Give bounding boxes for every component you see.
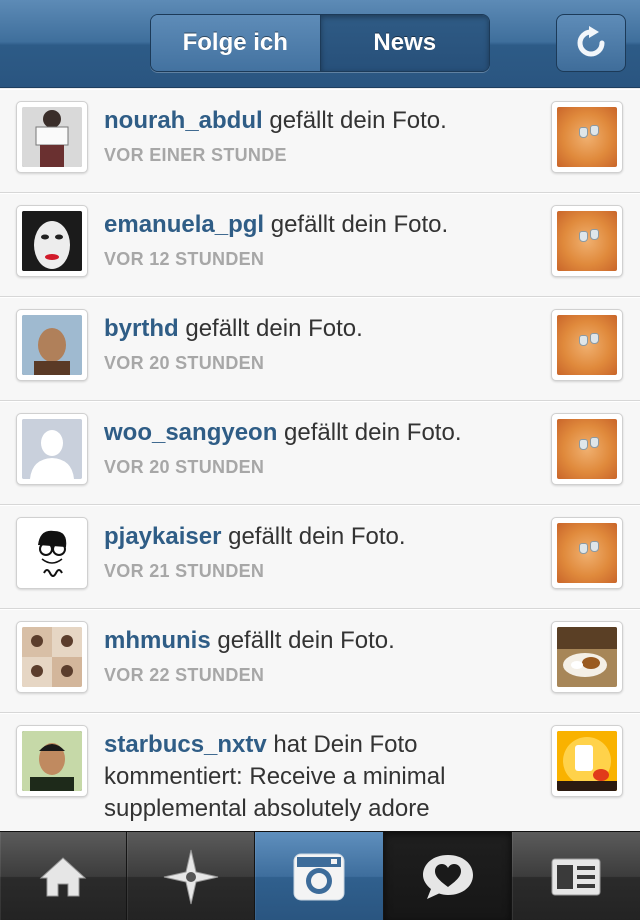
avatar[interactable]	[16, 517, 88, 589]
tab-news[interactable]: News	[320, 15, 489, 71]
food-photo-icon	[557, 627, 617, 687]
username-link[interactable]: nourah_abdul	[104, 107, 263, 134]
profile-icon	[551, 858, 601, 895]
top-navigation-bar: Folge ich News	[0, 0, 640, 88]
photo-thumbnail[interactable]	[551, 101, 623, 173]
photo-thumbnail[interactable]	[551, 309, 623, 381]
user-photo-icon	[22, 107, 82, 167]
avatar[interactable]	[16, 205, 88, 277]
avatar[interactable]	[16, 101, 88, 173]
drink-photo-icon	[557, 731, 617, 791]
tab-explore[interactable]	[127, 832, 255, 920]
avatar[interactable]	[16, 621, 88, 693]
bottom-tab-bar	[0, 831, 640, 920]
activity-action: gefällt dein Foto.	[270, 211, 449, 238]
avatar[interactable]	[16, 413, 88, 485]
activity-action: gefällt dein Foto.	[269, 107, 447, 134]
photo-thumbnail[interactable]	[551, 621, 623, 693]
avatar[interactable]	[16, 725, 88, 797]
tab-profile[interactable]	[512, 832, 640, 920]
user-photo-icon	[22, 731, 82, 791]
username-link[interactable]: mhmunis	[104, 627, 211, 654]
activity-text: pjaykaiser gefällt dein Foto.	[104, 521, 540, 553]
list-item[interactable]: mhmunis gefällt dein Foto. VOR 22 STUNDE…	[0, 609, 640, 713]
explore-icon	[163, 849, 218, 904]
tab-camera[interactable]	[255, 832, 384, 920]
list-item[interactable]: woo_sangyeon gefällt dein Foto. VOR 20 S…	[0, 401, 640, 505]
list-item[interactable]: pjaykaiser gefällt dein Foto. VOR 21 STU…	[0, 505, 640, 609]
username-link[interactable]: byrthd	[104, 315, 179, 342]
list-item[interactable]: nourah_abdul gefällt dein Foto. VOR EINE…	[0, 89, 640, 193]
avatar[interactable]	[16, 309, 88, 381]
list-item[interactable]: starbucs_nxtv hat Dein Foto kommentiert:…	[0, 713, 640, 831]
username-link[interactable]: woo_sangyeon	[104, 419, 277, 446]
photo-thumbnail[interactable]	[551, 413, 623, 485]
activity-action: gefällt dein Foto.	[284, 419, 462, 446]
activity-action: gefällt dein Foto.	[228, 523, 406, 550]
tab-news-activity[interactable]	[384, 832, 512, 920]
home-icon	[39, 856, 87, 896]
list-item[interactable]: byrthd gefällt dein Foto. VOR 20 STUNDEN	[0, 297, 640, 401]
username-link[interactable]: pjaykaiser	[104, 523, 221, 550]
username-link[interactable]: emanuela_pgl	[104, 211, 264, 238]
timestamp: VOR EINER STUNDE	[104, 145, 287, 165]
camera-icon	[293, 853, 345, 900]
list-item[interactable]: emanuela_pgl gefällt dein Foto. VOR 12 S…	[0, 193, 640, 297]
cartoon-avatar-icon	[22, 523, 82, 583]
photo-thumbnail[interactable]	[551, 205, 623, 277]
refresh-icon	[577, 26, 605, 57]
photo-thumbnail[interactable]	[551, 517, 623, 589]
user-photo-icon	[22, 211, 82, 271]
timestamp: VOR 20 STUNDEN	[104, 353, 265, 373]
timestamp: VOR 12 STUNDEN	[104, 249, 265, 269]
activity-feed[interactable]: nourah_abdul gefällt dein Foto. VOR EINE…	[0, 89, 640, 831]
news-heart-icon	[422, 854, 473, 899]
activity-action: gefällt dein Foto.	[185, 315, 363, 342]
activity-text: starbucs_nxtv hat Dein Foto kommentiert:…	[104, 729, 540, 825]
activity-text: emanuela_pgl gefällt dein Foto.	[104, 209, 540, 241]
user-photo-icon	[22, 315, 82, 375]
user-photo-icon	[22, 627, 82, 687]
activity-text: mhmunis gefällt dein Foto.	[104, 625, 540, 657]
activity-action: gefällt dein Foto.	[217, 627, 395, 654]
photo-thumbnail[interactable]	[551, 725, 623, 797]
tab-home[interactable]	[0, 832, 127, 920]
default-avatar-icon	[22, 419, 82, 479]
username-link[interactable]: starbucs_nxtv	[104, 731, 267, 758]
tab-following[interactable]: Folge ich	[151, 15, 321, 71]
timestamp: VOR 21 STUNDEN	[104, 561, 265, 581]
activity-text: woo_sangyeon gefällt dein Foto.	[104, 417, 540, 449]
timestamp: VOR 22 STUNDEN	[104, 665, 265, 685]
refresh-button[interactable]	[556, 14, 626, 72]
activity-text: byrthd gefällt dein Foto.	[104, 313, 540, 345]
activity-text: nourah_abdul gefällt dein Foto.	[104, 105, 540, 137]
segmented-control: Folge ich News	[150, 14, 490, 72]
timestamp: VOR 20 STUNDEN	[104, 457, 265, 477]
